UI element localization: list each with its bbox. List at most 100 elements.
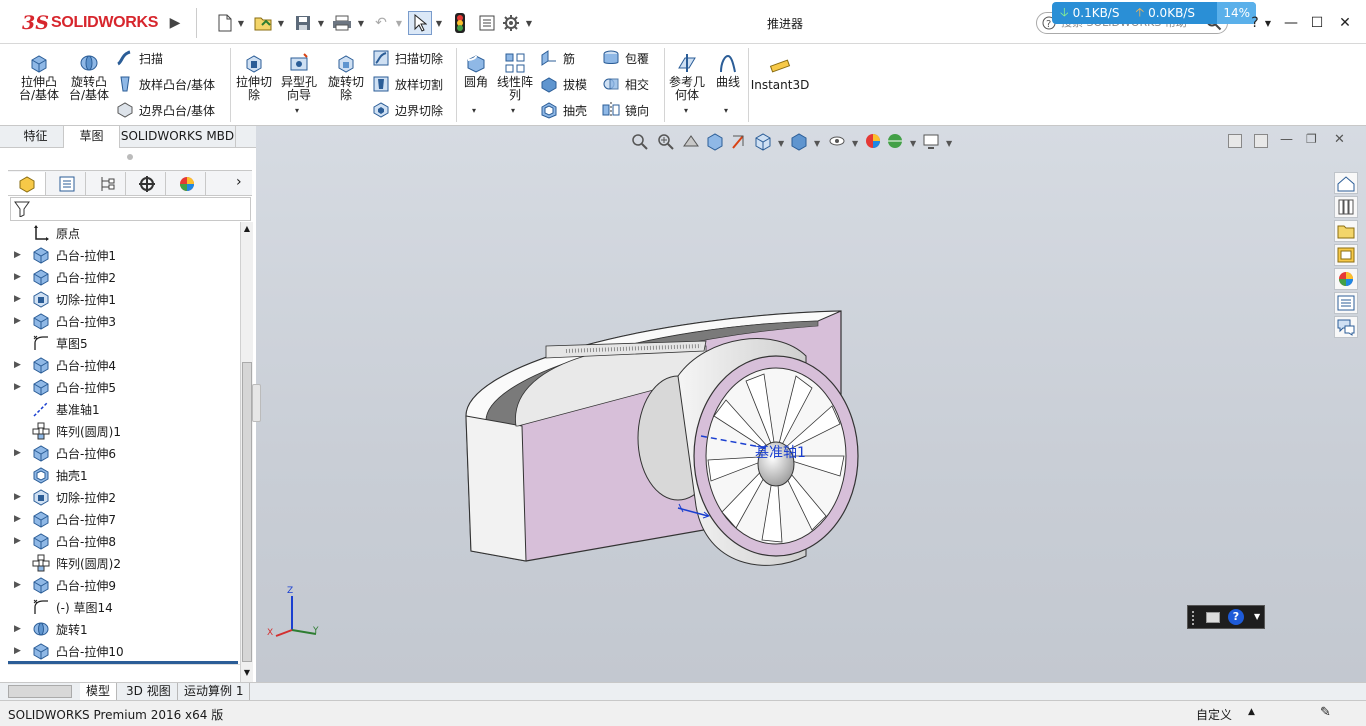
menu-expand-icon[interactable]: ▶ [166, 12, 184, 34]
chevron-down-icon[interactable]: ▼ [356, 12, 366, 34]
dimxpert-tab-icon[interactable] [128, 172, 166, 195]
expand-arrow-icon[interactable]: ▶ [14, 448, 21, 458]
gear-icon[interactable] [500, 12, 522, 34]
rib-button[interactable]: 筋 [540, 47, 575, 69]
tree-filter-field[interactable] [10, 197, 251, 221]
panel-splitter-handle[interactable] [252, 384, 261, 422]
chevron-down-icon[interactable]: ▾ [511, 106, 515, 115]
shell-button[interactable]: 抽壳 [540, 99, 587, 121]
close-window-button[interactable]: ✕ [1334, 12, 1356, 34]
feature-manager-tab-icon[interactable] [8, 172, 46, 195]
chevron-down-icon[interactable]: ▾ [295, 106, 299, 115]
boundary-cut-button[interactable]: 边界切除 [372, 99, 443, 121]
rebuild-traffic-light-icon[interactable] [450, 12, 470, 34]
chevron-down-icon[interactable]: ▼ [316, 12, 326, 34]
tab-scroll-buttons[interactable] [8, 685, 72, 698]
print-icon[interactable] [330, 12, 354, 34]
display-manager-tab-icon[interactable] [168, 172, 206, 195]
expand-arrow-icon[interactable]: ▶ [14, 492, 21, 502]
split-view-left-icon[interactable] [1228, 134, 1242, 148]
tab-features[interactable]: 特征 [8, 126, 64, 148]
fillet-button[interactable]: 圆角 [460, 52, 492, 89]
custom-properties-icon[interactable] [1334, 292, 1358, 314]
configuration-manager-tab-icon[interactable] [88, 172, 126, 195]
chevron-down-icon[interactable]: ▼ [236, 12, 246, 34]
toolbar-grip[interactable] [1192, 611, 1202, 625]
appearances-scenes-icon[interactable] [1334, 268, 1358, 290]
curves-button[interactable]: 曲线 [712, 52, 744, 89]
chevron-up-icon[interactable]: ▲ [1248, 707, 1255, 717]
chevron-down-icon[interactable]: ▼ [434, 12, 444, 34]
expand-arrow-icon[interactable]: ▶ [14, 316, 21, 326]
keyboard-icon[interactable] [1206, 612, 1220, 623]
chevron-down-icon[interactable]: ▼ [1254, 612, 1260, 621]
mirror-button[interactable]: 镜向 [602, 99, 649, 121]
tab-3d-view[interactable]: 3D 视图 [120, 683, 178, 701]
datum-axis-label[interactable]: 基准轴1 [755, 442, 806, 462]
scroll-down-icon[interactable]: ▼ [242, 668, 252, 680]
chevron-down-icon[interactable]: ▼ [1262, 12, 1274, 34]
comment-icon[interactable]: ✎ [1320, 705, 1331, 720]
tree-scrollbar[interactable]: ▲ ▼ [240, 222, 253, 682]
expand-arrow-icon[interactable]: ▶ [14, 536, 21, 546]
expand-arrow-icon[interactable]: ▶ [14, 272, 21, 282]
wrap-button[interactable]: 包覆 [602, 47, 649, 69]
extrude-boss-button[interactable]: 拉伸凸 台/基体 [16, 52, 62, 102]
thruster-3d-model[interactable] [446, 296, 906, 586]
new-document-icon[interactable] [214, 12, 236, 34]
instant3d-button[interactable]: Instant3D [751, 55, 809, 92]
view-palette-icon[interactable] [1334, 244, 1358, 266]
sweep-button[interactable]: 扫描 [116, 47, 163, 69]
chevron-down-icon[interactable]: ▾ [684, 106, 688, 115]
chevron-right-icon[interactable]: › [236, 174, 242, 190]
expand-arrow-icon[interactable]: ▶ [14, 580, 21, 590]
boundary-boss-button[interactable]: 边界凸台/基体 [116, 99, 215, 121]
tab-sketch[interactable]: 草图 [64, 126, 120, 148]
expand-arrow-icon[interactable]: ▶ [14, 514, 21, 524]
sweep-cut-button[interactable]: 扫描切除 [372, 47, 443, 69]
select-cursor-icon[interactable] [408, 11, 432, 35]
tab-model[interactable]: 模型 [80, 683, 118, 701]
loft-cut-button[interactable]: 放样切割 [372, 73, 443, 95]
scroll-thumb[interactable] [242, 362, 252, 662]
intersect-button[interactable]: 相交 [602, 73, 649, 95]
units-selector[interactable]: 自定义 [1196, 706, 1232, 723]
save-icon[interactable] [292, 12, 314, 34]
open-document-icon[interactable] [252, 12, 274, 34]
expand-arrow-icon[interactable]: ▶ [14, 382, 21, 392]
chevron-down-icon[interactable]: ▼ [276, 12, 286, 34]
expand-arrow-icon[interactable]: ▶ [14, 250, 21, 260]
scroll-up-icon[interactable]: ▲ [242, 224, 252, 236]
draft-button[interactable]: 拔模 [540, 73, 587, 95]
loft-boss-button[interactable]: 放样凸台/基体 [116, 73, 215, 95]
reference-geometry-button[interactable]: 参考几 何体 [668, 52, 706, 102]
tab-motion-study[interactable]: 运动算例 1 [178, 683, 251, 701]
undo-icon[interactable]: ↶ [370, 12, 392, 34]
panel-grip-dot[interactable] [127, 154, 133, 160]
hole-wizard-button[interactable]: 异型孔 向导 [278, 52, 320, 102]
chevron-down-icon[interactable]: ▾ [724, 106, 728, 115]
minimize-view-button[interactable]: — [1280, 132, 1293, 147]
linear-pattern-button[interactable]: 线性阵 列 [496, 52, 534, 102]
home-resources-icon[interactable] [1334, 172, 1358, 194]
minimize-window-button[interactable]: — [1280, 12, 1302, 34]
extrude-cut-button[interactable]: 拉伸切 除 [234, 52, 274, 102]
tab-mbd[interactable]: SOLIDWORKS MBD [120, 126, 236, 148]
expand-arrow-icon[interactable]: ▶ [14, 646, 21, 656]
file-explorer-icon[interactable] [1334, 220, 1358, 242]
chevron-down-icon[interactable]: ▼ [394, 12, 404, 34]
property-manager-tab-icon[interactable] [48, 172, 86, 195]
horizontal-scrollbar[interactable] [8, 664, 240, 682]
file-properties-icon[interactable] [476, 12, 498, 34]
expand-arrow-icon[interactable]: ▶ [14, 624, 21, 634]
design-library-icon[interactable] [1334, 196, 1358, 218]
revolve-boss-button[interactable]: 旋转凸 台/基体 [66, 52, 112, 102]
revolve-cut-button[interactable]: 旋转切 除 [324, 52, 368, 102]
graphics-area[interactable]: ▼ ▼ ▼ ▼ ▼ — ❐ ✕ 基准轴1 Z Y X [256, 126, 1366, 682]
maximize-window-button[interactable]: ☐ [1306, 12, 1328, 34]
split-view-right-icon[interactable] [1254, 134, 1268, 148]
help-icon[interactable]: ? [1228, 609, 1244, 625]
restore-view-button[interactable]: ❐ [1306, 132, 1317, 146]
expand-arrow-icon[interactable]: ▶ [14, 360, 21, 370]
close-view-button[interactable]: ✕ [1334, 132, 1345, 147]
